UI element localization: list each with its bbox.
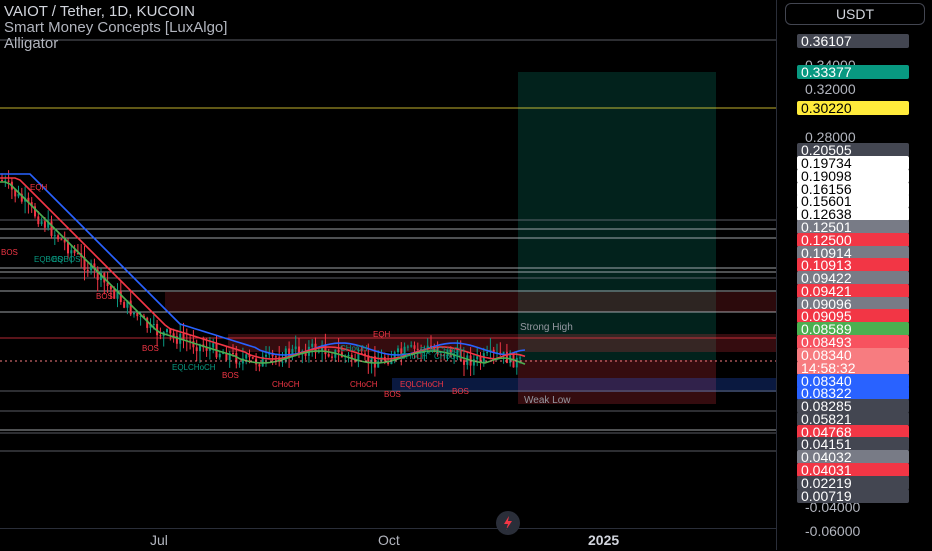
- candle-body: [311, 343, 314, 347]
- candle-body: [212, 343, 215, 348]
- candle-body: [476, 356, 479, 360]
- axis-tick-label: -0.06000: [805, 523, 861, 539]
- candle-body: [327, 354, 330, 357]
- candle-body: [258, 364, 261, 367]
- candle-body: [67, 242, 69, 254]
- candle-body: [37, 216, 40, 225]
- candle-body: [192, 341, 195, 348]
- candle-body: [113, 289, 116, 299]
- candle-body: [294, 346, 297, 350]
- price-axis[interactable]: USDT 0.340000.320000.280000.00000-0.0200…: [776, 0, 932, 550]
- candle-body: [245, 354, 248, 359]
- currency-button[interactable]: USDT: [785, 3, 925, 25]
- candle-body: [159, 335, 162, 337]
- symbol-title[interactable]: VAIOT / Tether, 1D, KUCOIN: [4, 3, 195, 20]
- indicator-smc[interactable]: Smart Money Concepts [LuxAlgo]: [4, 19, 227, 36]
- time-label-oct: Oct: [378, 532, 400, 548]
- alligator-jaw-line: [0, 173, 526, 356]
- smc-structure-label: CHoCH: [350, 380, 378, 389]
- candle-body: [515, 357, 518, 368]
- smc-structure-label: BOS: [142, 344, 159, 353]
- candle-body: [57, 235, 60, 240]
- candle-body: [416, 348, 419, 350]
- supply-zone-upper: [165, 292, 776, 312]
- candle-body: [519, 357, 522, 359]
- candle-body: [274, 356, 277, 358]
- price-tag: 0.30220: [797, 101, 909, 115]
- price-chart[interactable]: [0, 0, 776, 528]
- candle-body: [218, 353, 221, 358]
- candle-body: [347, 354, 350, 357]
- candle-body: [129, 300, 132, 315]
- smc-structure-label: BOS: [222, 371, 239, 380]
- candle-body: [73, 250, 76, 253]
- candle-body: [281, 361, 284, 363]
- candle-body: [486, 351, 489, 354]
- candle-body: [1, 180, 3, 181]
- smc-structure-label: CHoCH: [434, 352, 462, 361]
- candle-body: [265, 354, 267, 357]
- smc-structure-label: EQH: [373, 330, 391, 339]
- time-label-2025: 2025: [588, 532, 620, 548]
- candle-body: [463, 360, 465, 365]
- candle-body: [251, 357, 254, 359]
- candle-body: [406, 346, 409, 348]
- candle-body: [232, 353, 234, 355]
- smc-structure-label: BOS: [384, 390, 401, 399]
- candle-body: [40, 221, 43, 225]
- candle-body: [60, 239, 63, 241]
- candle-body: [133, 312, 135, 315]
- smc-structure-label: EQLCHoCH: [400, 380, 444, 389]
- candle-body: [172, 333, 175, 337]
- candle-body: [413, 345, 416, 349]
- candle-body: [50, 221, 53, 236]
- candle-body: [123, 302, 126, 308]
- profit-zone[interactable]: [518, 72, 716, 360]
- candle-body: [166, 329, 168, 333]
- smc-structure-label: EQBOS: [52, 255, 81, 264]
- smc-structure-label: EQLCHoCH: [172, 363, 216, 372]
- candle-body: [169, 329, 172, 334]
- candle-body: [53, 235, 56, 237]
- axis-tick-label: 0.32000: [805, 81, 856, 97]
- candle-body: [235, 353, 238, 364]
- smc-structure-label: EQH: [30, 183, 48, 192]
- candle-body: [331, 356, 333, 358]
- smc-structure-label: BOS: [96, 292, 113, 301]
- weak-low-label: Weak Low: [524, 395, 571, 406]
- indicator-alligator[interactable]: Alligator: [4, 35, 58, 52]
- smc-structure-label: CHoCH: [340, 344, 368, 353]
- candle-body: [136, 312, 139, 317]
- price-tag: 0.00719: [797, 489, 909, 503]
- candle-body: [397, 348, 399, 353]
- candle-body: [70, 250, 73, 254]
- smc-structure-label: BOS: [1, 248, 18, 257]
- strong-high-label: Strong High: [520, 322, 573, 333]
- candle-body: [86, 270, 89, 272]
- candle-body: [152, 323, 155, 325]
- time-label-jul: Jul: [150, 532, 168, 548]
- candle-body: [43, 221, 46, 228]
- candle-body: [7, 180, 10, 182]
- chart-area[interactable]: VAIOT / Tether, 1D, KUCOIN Smart Money C…: [0, 0, 776, 535]
- price-tag: 0.36107: [797, 34, 909, 48]
- candle-body: [410, 345, 413, 347]
- time-axis[interactable]: Jul Oct 2025: [0, 528, 776, 551]
- candle-body: [195, 347, 198, 352]
- demand-zone: [392, 378, 776, 392]
- smc-structure-label: BOS: [452, 387, 469, 396]
- smc-structure-label: CHoCH: [272, 380, 300, 389]
- price-tag: 0.33377: [797, 65, 909, 79]
- candle-body: [238, 363, 241, 365]
